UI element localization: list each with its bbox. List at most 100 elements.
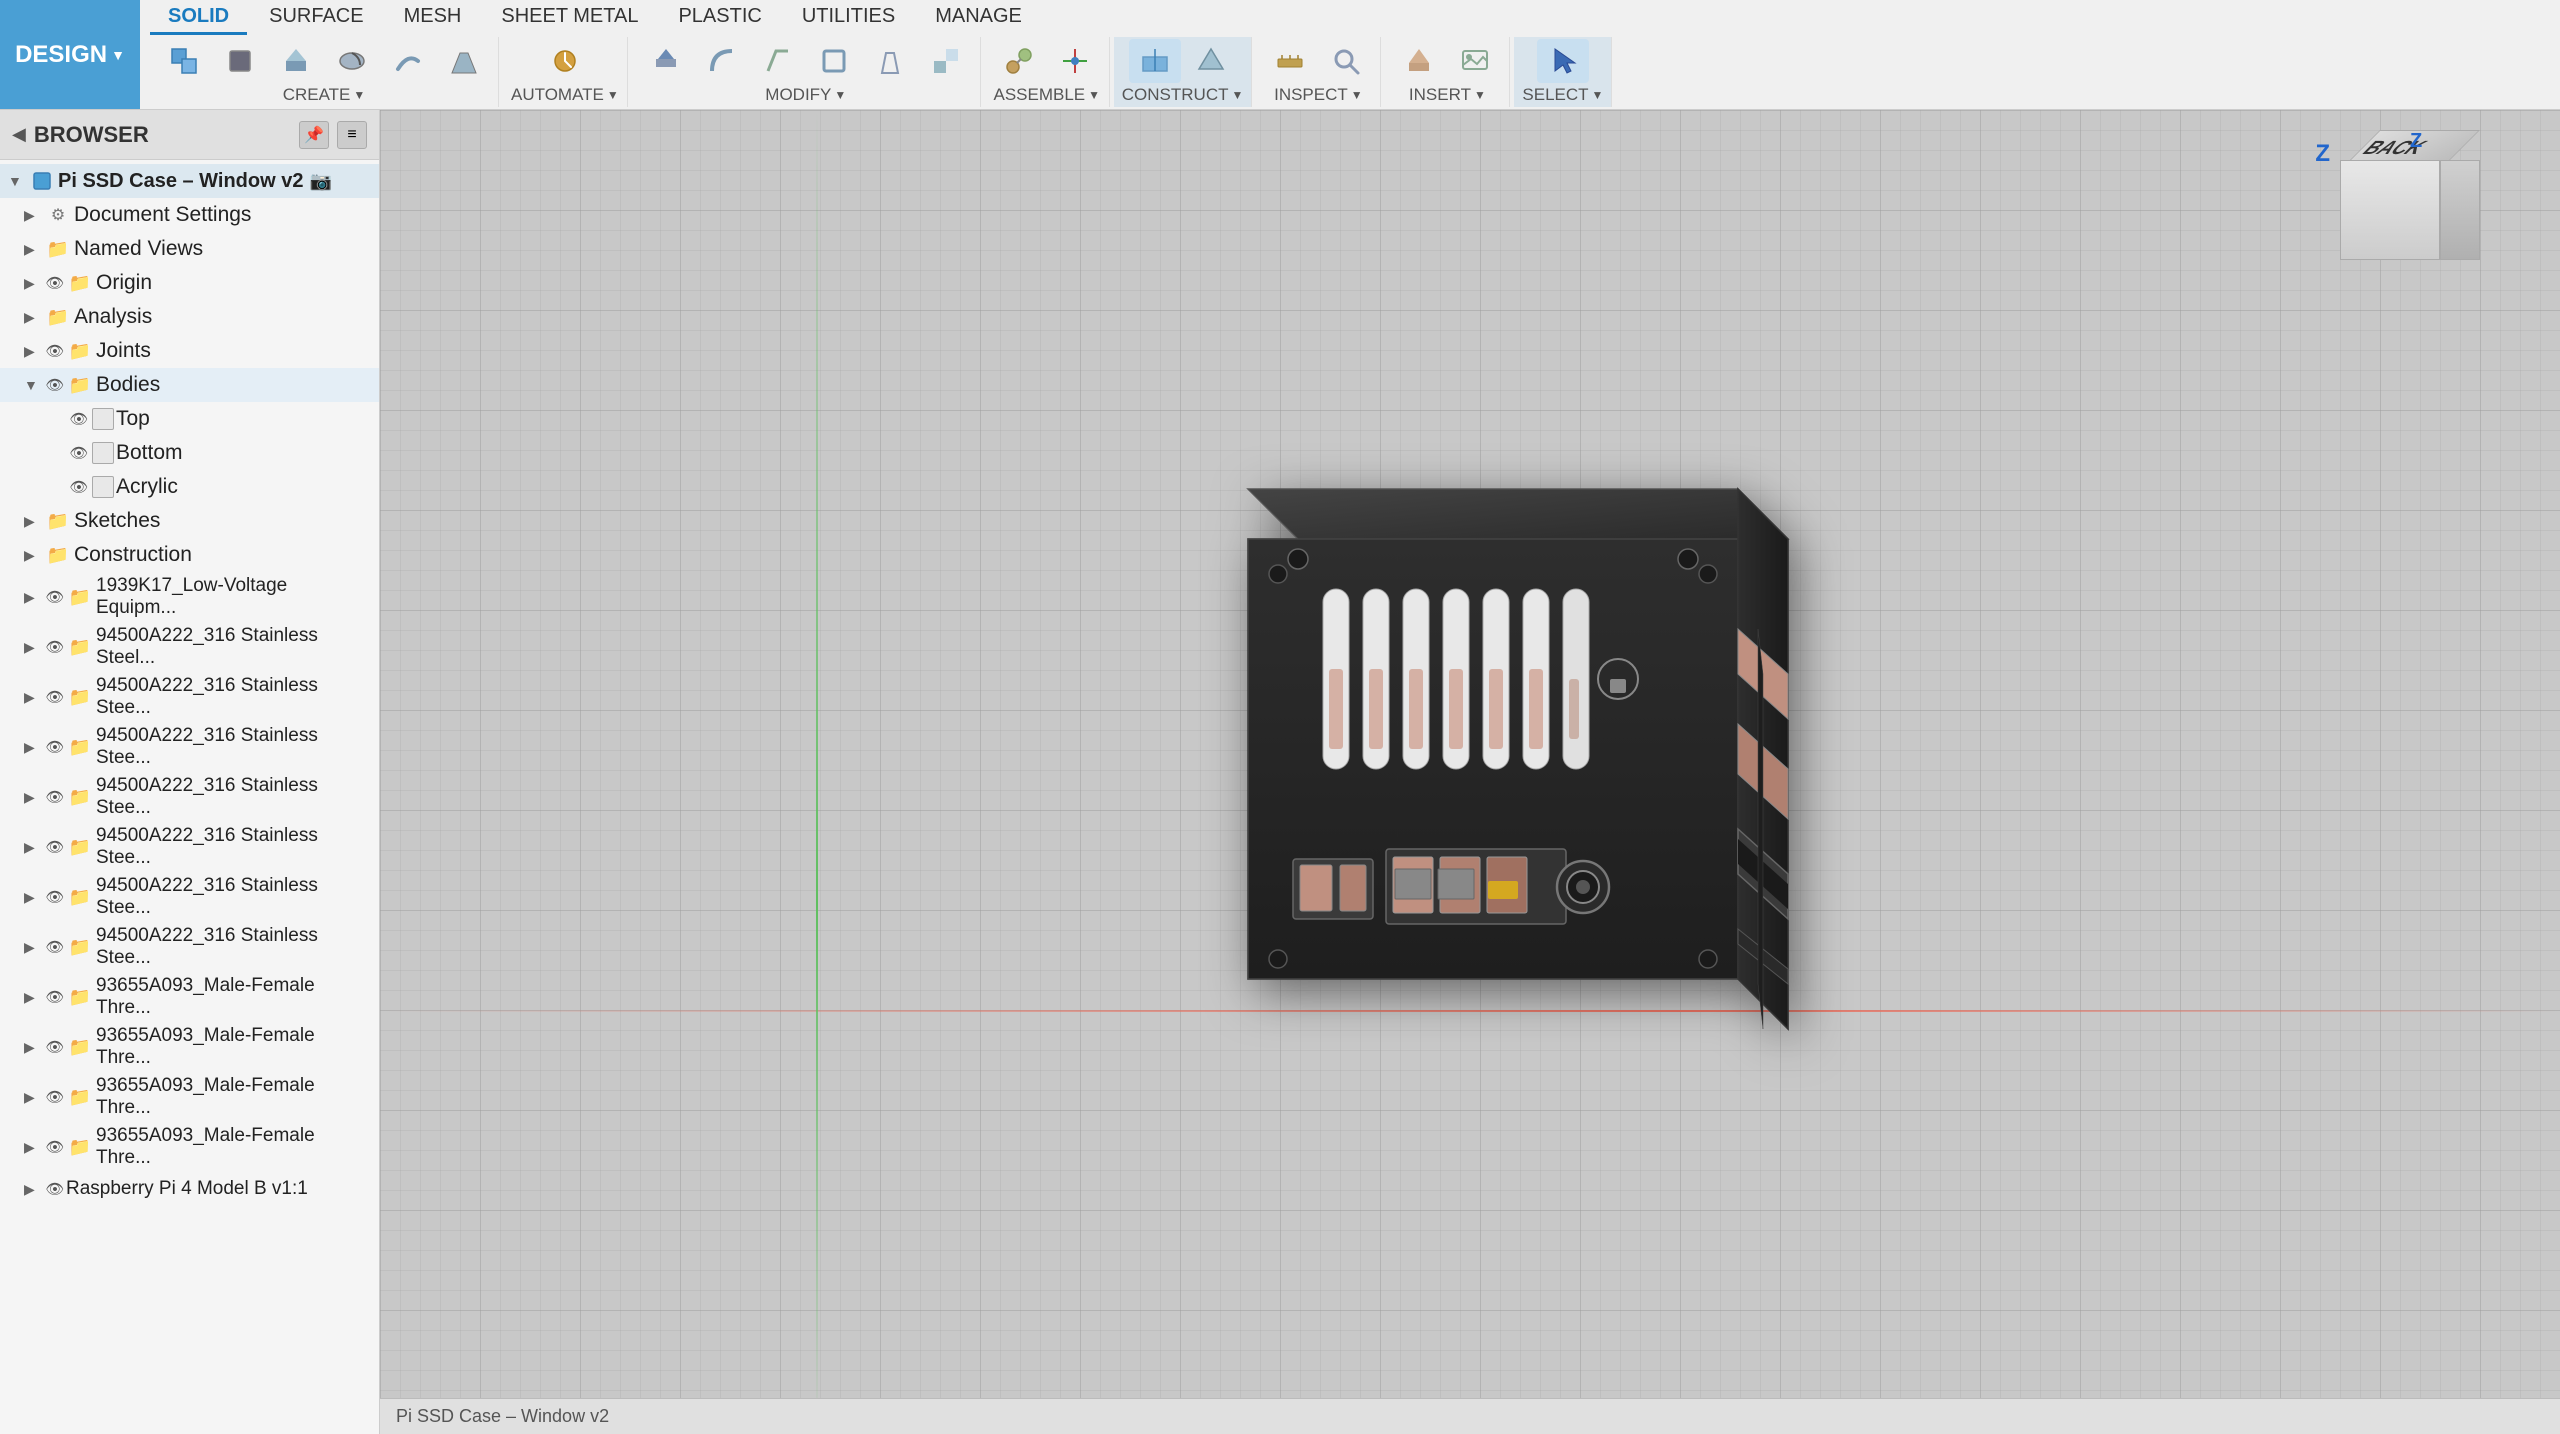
tree-item-comp-1939[interactable]: ▶ 👁 📁 1939K17_Low-Voltage Equipm...	[0, 572, 379, 622]
tab-mesh[interactable]: MESH	[386, 1, 480, 35]
doc-settings-expand-arrow[interactable]: ▶	[24, 207, 44, 224]
tree-item-body-top[interactable]: ▶ 👁 Top	[0, 402, 379, 436]
tree-item-body-acrylic[interactable]: ▶ 👁 Acrylic	[0, 470, 379, 504]
tab-utilities[interactable]: UTILITIES	[784, 1, 913, 35]
viewcube-right-face[interactable]	[2440, 160, 2480, 260]
chamfer-icon[interactable]	[752, 39, 804, 83]
automate-icon[interactable]	[539, 39, 591, 83]
comp-93655-2-visibility-icon[interactable]: 👁	[44, 1036, 66, 1058]
tab-solid[interactable]: SOLID	[150, 1, 247, 35]
comp-94500-2-expand-arrow[interactable]: ▶	[24, 689, 44, 706]
tree-item-comp-94500-3[interactable]: ▶ 👁 📁 94500A222_316 Stainless Stee...	[0, 722, 379, 772]
comp-94500-5-expand-arrow[interactable]: ▶	[24, 839, 44, 856]
tab-manage[interactable]: MANAGE	[917, 1, 1040, 35]
inspect-label[interactable]: INSPECT ▼	[1274, 85, 1363, 105]
tree-item-construction[interactable]: ▶ 📁 Construction	[0, 538, 379, 572]
draft-icon[interactable]	[864, 39, 916, 83]
body-bottom-visibility-icon[interactable]: 👁	[68, 442, 90, 464]
tree-item-comp-94500-1[interactable]: ▶ 👁 📁 94500A222_316 Stainless Steel...	[0, 622, 379, 672]
tab-surface[interactable]: SURFACE	[251, 1, 381, 35]
tree-item-comp-93655-2[interactable]: ▶ 👁 📁 93655A093_Male-Female Thre...	[0, 1022, 379, 1072]
push-pull-icon[interactable]	[640, 39, 692, 83]
insert-image-icon[interactable]	[1449, 39, 1501, 83]
construction-expand-arrow[interactable]: ▶	[24, 547, 44, 564]
tree-item-comp-94500-4[interactable]: ▶ 👁 📁 94500A222_316 Stainless Stee...	[0, 772, 379, 822]
comp-1939-visibility-icon[interactable]: 👁	[44, 586, 66, 608]
tree-item-body-bottom[interactable]: ▶ 👁 Bottom	[0, 436, 379, 470]
comp-94500-5-visibility-icon[interactable]: 👁	[44, 836, 66, 858]
create-label[interactable]: CREATE ▼	[283, 85, 366, 105]
scale-icon[interactable]	[920, 39, 972, 83]
comp-94500-1-expand-arrow[interactable]: ▶	[24, 639, 44, 656]
viewcube[interactable]: BACK Z	[2340, 130, 2500, 290]
tab-sheet-metal[interactable]: SHEET METAL	[483, 1, 656, 35]
comp-94500-4-expand-arrow[interactable]: ▶	[24, 789, 44, 806]
inspect-icon[interactable]	[1320, 39, 1372, 83]
tree-item-comp-94500-6[interactable]: ▶ 👁 📁 94500A222_316 Stainless Stee...	[0, 872, 379, 922]
tree-item-named-views[interactable]: ▶ 📁 Named Views	[0, 232, 379, 266]
extrude-icon[interactable]	[270, 39, 322, 83]
comp-93655-1-visibility-icon[interactable]: 👁	[44, 986, 66, 1008]
sketches-expand-arrow[interactable]: ▶	[24, 513, 44, 530]
joint-icon[interactable]	[993, 39, 1045, 83]
comp-94500-4-visibility-icon[interactable]: 👁	[44, 786, 66, 808]
comp-94500-2-visibility-icon[interactable]: 👁	[44, 686, 66, 708]
insert-label[interactable]: INSERT ▼	[1409, 85, 1486, 105]
tree-item-joints[interactable]: ▶ 👁 📁 Joints	[0, 334, 379, 368]
construct-plane-icon[interactable]	[1129, 39, 1181, 83]
modify-label[interactable]: MODIFY ▼	[765, 85, 846, 105]
tree-item-analysis[interactable]: ▶ 📁 Analysis	[0, 300, 379, 334]
tree-item-comp-94500-7[interactable]: ▶ 👁 📁 94500A222_316 Stainless Stee...	[0, 922, 379, 972]
tree-item-comp-93655-3[interactable]: ▶ 👁 📁 93655A093_Male-Female Thre...	[0, 1072, 379, 1122]
tree-item-comp-93655-1[interactable]: ▶ 👁 📁 93655A093_Male-Female Thre...	[0, 972, 379, 1022]
named-views-expand-arrow[interactable]: ▶	[24, 241, 44, 258]
new-body-icon[interactable]	[214, 39, 266, 83]
comp-rpi-expand-arrow[interactable]: ▶	[24, 1181, 44, 1198]
viewport[interactable]: Z	[380, 110, 2560, 1434]
browser-menu-button[interactable]: ≡	[337, 121, 367, 149]
comp-rpi-visibility-icon[interactable]: 👁	[44, 1178, 66, 1200]
loft-icon[interactable]	[438, 39, 490, 83]
tree-item-bodies[interactable]: ▼ 👁 📁 Bodies	[0, 368, 379, 402]
bodies-expand-arrow[interactable]: ▼	[24, 377, 44, 393]
select-icon[interactable]	[1537, 39, 1589, 83]
comp-94500-3-expand-arrow[interactable]: ▶	[24, 739, 44, 756]
comp-93655-3-expand-arrow[interactable]: ▶	[24, 1089, 44, 1106]
new-component-icon[interactable]	[158, 39, 210, 83]
analysis-expand-arrow[interactable]: ▶	[24, 309, 44, 326]
tree-item-sketches[interactable]: ▶ 📁 Sketches	[0, 504, 379, 538]
shell-icon[interactable]	[808, 39, 860, 83]
tree-item-root[interactable]: ▼ Pi SSD Case – Window v2 📷	[0, 164, 379, 198]
fillet-icon[interactable]	[696, 39, 748, 83]
comp-93655-2-expand-arrow[interactable]: ▶	[24, 1039, 44, 1056]
body-top-visibility-icon[interactable]: 👁	[68, 408, 90, 430]
tree-item-document-settings[interactable]: ▶ ⚙ Document Settings	[0, 198, 379, 232]
revolve-icon[interactable]	[326, 39, 378, 83]
tree-item-origin[interactable]: ▶ 👁 📁 Origin	[0, 266, 379, 300]
construct-axis-icon[interactable]	[1185, 39, 1237, 83]
comp-93655-3-visibility-icon[interactable]: 👁	[44, 1086, 66, 1108]
origin-visibility-icon[interactable]: 👁	[44, 272, 66, 294]
bodies-visibility-icon[interactable]: 👁	[44, 374, 66, 396]
viewcube-front-face[interactable]	[2340, 160, 2440, 260]
tree-item-comp-rpi[interactable]: ▶ 👁 Raspberry Pi 4 Model B v1:1	[0, 1172, 379, 1206]
insert-icon[interactable]	[1393, 39, 1445, 83]
measure-icon[interactable]	[1264, 39, 1316, 83]
comp-93655-4-visibility-icon[interactable]: 👁	[44, 1136, 66, 1158]
comp-93655-4-expand-arrow[interactable]: ▶	[24, 1139, 44, 1156]
browser-pin-button[interactable]: 📌	[299, 121, 329, 149]
joints-visibility-icon[interactable]: 👁	[44, 340, 66, 362]
automate-label[interactable]: AUTOMATE ▼	[511, 85, 619, 105]
comp-94500-6-expand-arrow[interactable]: ▶	[24, 889, 44, 906]
comp-94500-7-expand-arrow[interactable]: ▶	[24, 939, 44, 956]
origin-expand-arrow[interactable]: ▶	[24, 275, 44, 292]
comp-94500-1-visibility-icon[interactable]: 👁	[44, 636, 66, 658]
construct-label[interactable]: CONSTRUCT ▼	[1122, 85, 1244, 105]
tree-item-comp-94500-5[interactable]: ▶ 👁 📁 94500A222_316 Stainless Stee...	[0, 822, 379, 872]
select-label[interactable]: SELECT ▼	[1522, 85, 1603, 105]
comp-1939-expand-arrow[interactable]: ▶	[24, 589, 44, 606]
tab-plastic[interactable]: PLASTIC	[660, 1, 779, 35]
tree-item-comp-93655-4[interactable]: ▶ 👁 📁 93655A093_Male-Female Thre...	[0, 1122, 379, 1172]
tree-item-comp-94500-2[interactable]: ▶ 👁 📁 94500A222_316 Stainless Stee...	[0, 672, 379, 722]
design-button[interactable]: DESIGN ▼	[0, 0, 140, 109]
